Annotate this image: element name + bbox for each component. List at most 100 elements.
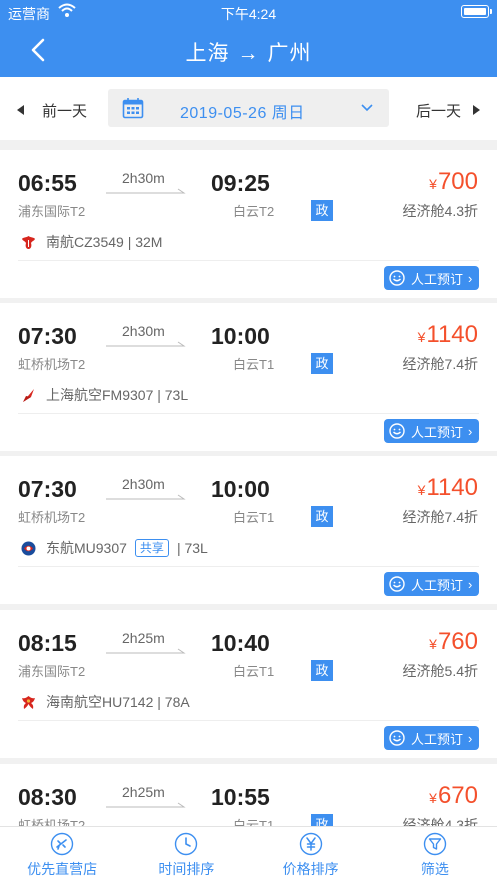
tab-label: 筛选 <box>420 861 449 877</box>
customer-service-icon <box>389 270 405 286</box>
chevron-right-icon: › <box>468 270 473 286</box>
tab-filter[interactable]: 筛选 <box>373 827 497 883</box>
airline-flight-number: 东航MU9307 <box>46 540 127 556</box>
flight-card[interactable]: 07:30 2h30m 10:00 虹桥机场T2 白云T1 政 ¥1140 经济… <box>0 303 497 451</box>
manual-booking-button[interactable]: 人工预订 › <box>384 572 479 596</box>
arrival-time: 10:00 <box>211 476 270 502</box>
manual-booking-button[interactable]: 人工预订 › <box>384 419 479 443</box>
departure-time: 08:15 <box>18 630 77 656</box>
aircraft-type: | 73L <box>176 540 208 556</box>
price: ¥700 <box>429 168 478 196</box>
departure-time: 07:30 <box>18 323 77 349</box>
departure-airport: 虹桥机场T2 <box>18 510 86 525</box>
airline-flight-number: 南航CZ3549 | 32M <box>46 234 163 250</box>
card-divider <box>18 566 479 567</box>
price: ¥670 <box>429 782 478 810</box>
duration-arrow-icon <box>106 188 186 194</box>
tab-sort-time[interactable]: 时间排序 <box>124 827 248 883</box>
arrival-time: 10:00 <box>211 323 270 349</box>
china-southern-logo-icon <box>22 235 35 249</box>
chevron-right-icon: › <box>468 576 473 592</box>
bottom-tab-bar: 优先直营店 时间排序 价格排序 筛选 <box>0 826 497 883</box>
price: ¥1140 <box>418 321 478 349</box>
flight-card[interactable]: 08:15 2h25m 10:40 浦东国际T2 白云T1 政 ¥760 经济舱… <box>0 610 497 758</box>
card-divider <box>18 720 479 721</box>
selected-date: 2019-05-26 周日 <box>180 105 305 122</box>
plane-icon <box>50 832 74 856</box>
tab-label: 价格排序 <box>282 861 339 877</box>
arrival-time: 09:25 <box>211 170 270 196</box>
manual-booking-label: 人工预订 <box>411 271 464 287</box>
currency-symbol: ¥ <box>429 790 437 806</box>
card-divider <box>18 260 479 261</box>
flight-duration: 2h30m <box>122 323 165 339</box>
prev-day-label: 前一天 <box>42 103 88 120</box>
manual-booking-button[interactable]: 人工预订 › <box>384 266 479 290</box>
shanghai-airlines-logo-icon <box>23 388 34 402</box>
manual-booking-label: 人工预订 <box>411 424 464 440</box>
duration-arrow-icon <box>106 648 186 654</box>
departure-airport: 虹桥机场T2 <box>18 357 86 372</box>
tab-priority-direct[interactable]: 优先直营店 <box>0 827 124 883</box>
tab-label: 优先直营店 <box>27 861 98 877</box>
flight-duration: 2h25m <box>122 630 165 646</box>
arrival-airport: 白云T1 <box>233 664 275 679</box>
codeshare-badge: 共享 <box>134 539 169 557</box>
status-time: 下午4:24 <box>220 6 277 22</box>
price: ¥1140 <box>418 474 478 502</box>
cabin-discount: 经济舱4.3折 <box>402 203 478 219</box>
currency-symbol: ¥ <box>417 329 426 345</box>
airline-flight-number: 海南航空HU7142 | 78A <box>46 694 190 710</box>
arrival-time: 10:40 <box>211 630 270 656</box>
duration-arrow-icon <box>106 494 186 500</box>
yuan-icon <box>299 832 322 856</box>
flight-duration: 2h25m <box>122 784 165 800</box>
customer-service-icon <box>389 730 405 746</box>
prev-day-button[interactable]: 前一天 <box>17 100 87 121</box>
policy-badge: 政 <box>311 660 333 681</box>
chevron-right-icon: › <box>468 423 473 439</box>
route-title: 上海 → 广州 <box>0 37 497 67</box>
chevron-down-icon <box>361 104 373 112</box>
policy-badge: 政 <box>311 353 333 374</box>
currency-symbol: ¥ <box>429 636 437 652</box>
departure-airport: 浦东国际T2 <box>18 204 86 219</box>
flight-duration: 2h30m <box>122 170 165 186</box>
header-bar: 运营商 下午4:24 上海 → 广州 <box>0 0 497 77</box>
china-eastern-logo-icon <box>21 541 36 555</box>
date-selector-bar: 前一天 2019-05-26 周日 后一天 <box>0 77 497 140</box>
status-bar: 运营商 下午4:24 <box>0 0 497 24</box>
airline-flight-number: 上海航空FM9307 | 73L <box>46 387 189 403</box>
arrival-airport: 白云T1 <box>233 357 275 372</box>
card-divider <box>18 413 479 414</box>
flight-duration: 2h30m <box>122 476 165 492</box>
date-picker[interactable]: 2019-05-26 周日 <box>108 89 389 127</box>
airline-info: 东航MU9307 共享 | 73L <box>20 538 208 558</box>
price-value: 760 <box>437 628 478 655</box>
currency-symbol: ¥ <box>429 176 437 192</box>
route-from: 上海 <box>185 42 230 65</box>
tab-label: 时间排序 <box>158 861 215 877</box>
price-value: 1140 <box>426 321 478 348</box>
calendar-icon <box>122 98 144 119</box>
departure-time: 08:30 <box>18 784 77 810</box>
hainan-airlines-logo-icon <box>22 695 35 709</box>
triangle-right-icon <box>473 105 480 115</box>
cabin-discount: 经济舱5.4折 <box>402 663 478 679</box>
airline-info: 南航CZ3549 | 32M <box>20 232 162 252</box>
manual-booking-label: 人工预订 <box>411 731 464 747</box>
tab-sort-price[interactable]: 价格排序 <box>249 827 373 883</box>
policy-badge: 政 <box>311 506 333 527</box>
duration-arrow-icon <box>106 802 186 808</box>
next-day-button[interactable]: 后一天 <box>416 100 480 121</box>
manual-booking-button[interactable]: 人工预订 › <box>384 726 479 750</box>
departure-time: 07:30 <box>18 476 77 502</box>
policy-badge: 政 <box>311 200 333 221</box>
manual-booking-label: 人工预订 <box>411 577 464 593</box>
arrival-airport: 白云T1 <box>233 510 275 525</box>
price: ¥760 <box>429 628 478 656</box>
flight-card[interactable]: 07:30 2h30m 10:00 虹桥机场T2 白云T1 政 ¥1140 经济… <box>0 456 497 604</box>
next-day-label: 后一天 <box>415 103 461 120</box>
cabin-discount: 经济舱7.4折 <box>402 356 478 372</box>
flight-card[interactable]: 06:55 2h30m 09:25 浦东国际T2 白云T2 政 ¥700 经济舱… <box>0 150 497 298</box>
